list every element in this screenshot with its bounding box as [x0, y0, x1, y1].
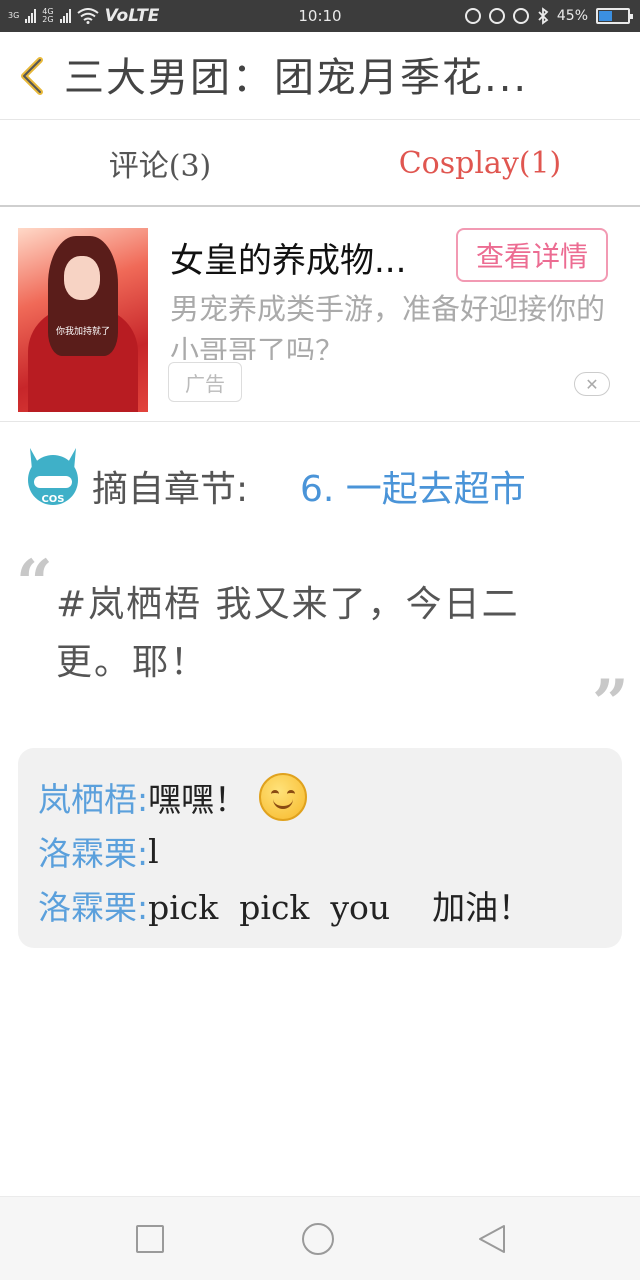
quote-close-icon: ” [592, 666, 629, 741]
ad-image-caption: 你我加持就了 [55, 327, 110, 337]
status-bar: 3G 4G 2G VoLTE 10:10 45% [0, 0, 640, 32]
ad-card[interactable]: 你我加持就了 女皇的养成物... 查看详情 男宠养成类手游，准备好迎接你的小哥哥… [0, 210, 640, 422]
battery-percent: 45% [556, 8, 588, 24]
tab-comments[interactable]: 评论(3) [0, 121, 320, 205]
tab-cosplay[interactable]: Cosplay(1) [320, 121, 640, 205]
lock-rotation-icon [488, 8, 505, 24]
reply-author[interactable]: 洛霖栗: [38, 827, 148, 875]
reply-text: pick pick you 加油！ [148, 888, 532, 927]
vibrate-icon [464, 8, 481, 24]
reply-list: 岚栖梧: 嘿嘿！ 洛霖栗: l 洛霖栗: pick pick you 加油！ [18, 748, 622, 948]
chapter-link[interactable]: 6. 一起去超市 [300, 460, 526, 512]
reply-item[interactable]: 岚栖梧: 嘿嘿！ [38, 770, 602, 824]
status-right: 45% [464, 0, 633, 32]
reply-text: l [148, 831, 159, 871]
bluetooth-icon [538, 7, 549, 25]
tab-bar: 评论(3) Cosplay(1) [0, 121, 640, 207]
back-button[interactable] [14, 56, 54, 96]
mascot-label: COS [41, 494, 64, 505]
quote-open-icon: “ [16, 546, 53, 621]
ad-title[interactable]: 女皇的养成物... [170, 240, 460, 282]
battery-icon [596, 8, 633, 24]
chapter-label: 摘自章节: [92, 469, 249, 510]
view-details-button[interactable]: 查看详情 [456, 228, 608, 282]
reply-item[interactable]: 洛霖栗: pick pick you 加油！ [38, 878, 602, 932]
reply-author[interactable]: 岚栖梧: [38, 773, 148, 821]
reply-author[interactable]: 洛霖栗: [38, 881, 148, 929]
ad-description: 男宠养成类手游，准备好迎接你的小哥哥了吗？ [170, 292, 606, 360]
alarm-icon [512, 8, 529, 24]
ad-image[interactable]: 你我加持就了 [18, 228, 148, 412]
system-nav-bar [0, 1196, 640, 1280]
back-triangle-icon[interactable] [476, 1223, 508, 1255]
reply-item[interactable]: 洛霖栗: l [38, 824, 602, 878]
quote-text: #岚栖梧 我又来了，今日二更。耶！ [56, 584, 520, 683]
battery-level [599, 11, 612, 21]
cos-mascot-icon: COS [28, 448, 78, 505]
chapter-source: COS 摘自章节: 6. 一起去超市 [0, 440, 640, 530]
chevron-left-icon [21, 57, 43, 95]
ad-image-face [64, 256, 100, 300]
reply-text: 嘿嘿！ [148, 780, 248, 819]
page-title: 三大男团：团宠月季花... [64, 55, 529, 101]
header: 三大男团：团宠月季花... [0, 32, 640, 120]
home-button[interactable] [302, 1223, 334, 1255]
recent-apps-button[interactable] [136, 1225, 164, 1253]
smile-emoji-icon [259, 773, 308, 821]
ad-badge: 广告 [168, 362, 242, 402]
ad-close-button[interactable]: ✕ [574, 372, 610, 396]
